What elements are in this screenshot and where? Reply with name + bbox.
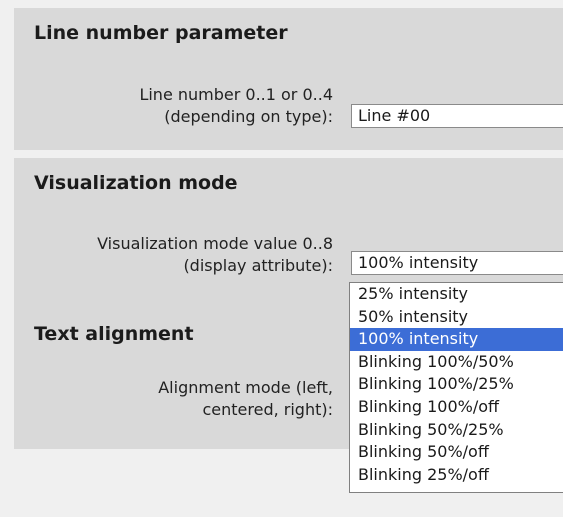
line-number-heading: Line number parameter — [34, 22, 288, 44]
dropdown-option-blinking-100-25[interactable]: Blinking 100%/25% — [350, 373, 563, 396]
dropdown-option-100-intensity[interactable]: 100% intensity — [350, 328, 563, 351]
alignment-label-line1: Alignment mode (left, — [158, 378, 333, 397]
line-number-section: Line number parameter Line number 0..1 o… — [14, 8, 563, 150]
dropdown-option-25-intensity[interactable]: 25% intensity — [350, 283, 563, 306]
dropdown-option-blinking-100-50[interactable]: Blinking 100%/50% — [350, 351, 563, 374]
line-number-label-line1: Line number 0..1 or 0..4 — [139, 85, 333, 104]
visualization-label-line2: (display attribute): — [183, 256, 333, 275]
visualization-heading: Visualization mode — [34, 172, 238, 194]
line-number-input[interactable]: Line #00 — [351, 104, 563, 128]
line-number-label: Line number 0..1 or 0..4 (depending on t… — [139, 84, 333, 128]
visualization-label: Visualization mode value 0..8 (display a… — [97, 233, 333, 277]
alignment-label-line2: centered, right): — [202, 400, 333, 419]
alignment-heading: Text alignment — [34, 323, 194, 345]
dropdown-option-50-intensity[interactable]: 50% intensity — [350, 306, 563, 329]
dropdown-option-blinking-50-25[interactable]: Blinking 50%/25% — [350, 419, 563, 442]
dropdown-option-blinking-100-off[interactable]: Blinking 100%/off — [350, 396, 563, 419]
visualization-mode-dropdown-list: 25% intensity 50% intensity 100% intensi… — [349, 282, 563, 493]
alignment-label: Alignment mode (left, centered, right): — [158, 377, 333, 421]
line-number-label-line2: (depending on type): — [164, 107, 333, 126]
dropdown-option-blinking-50-off[interactable]: Blinking 50%/off — [350, 441, 563, 464]
dropdown-option-blinking-25-off[interactable]: Blinking 25%/off — [350, 464, 563, 487]
visualization-label-line1: Visualization mode value 0..8 — [97, 234, 333, 253]
visualization-mode-select[interactable]: 100% intensity — [351, 251, 563, 275]
